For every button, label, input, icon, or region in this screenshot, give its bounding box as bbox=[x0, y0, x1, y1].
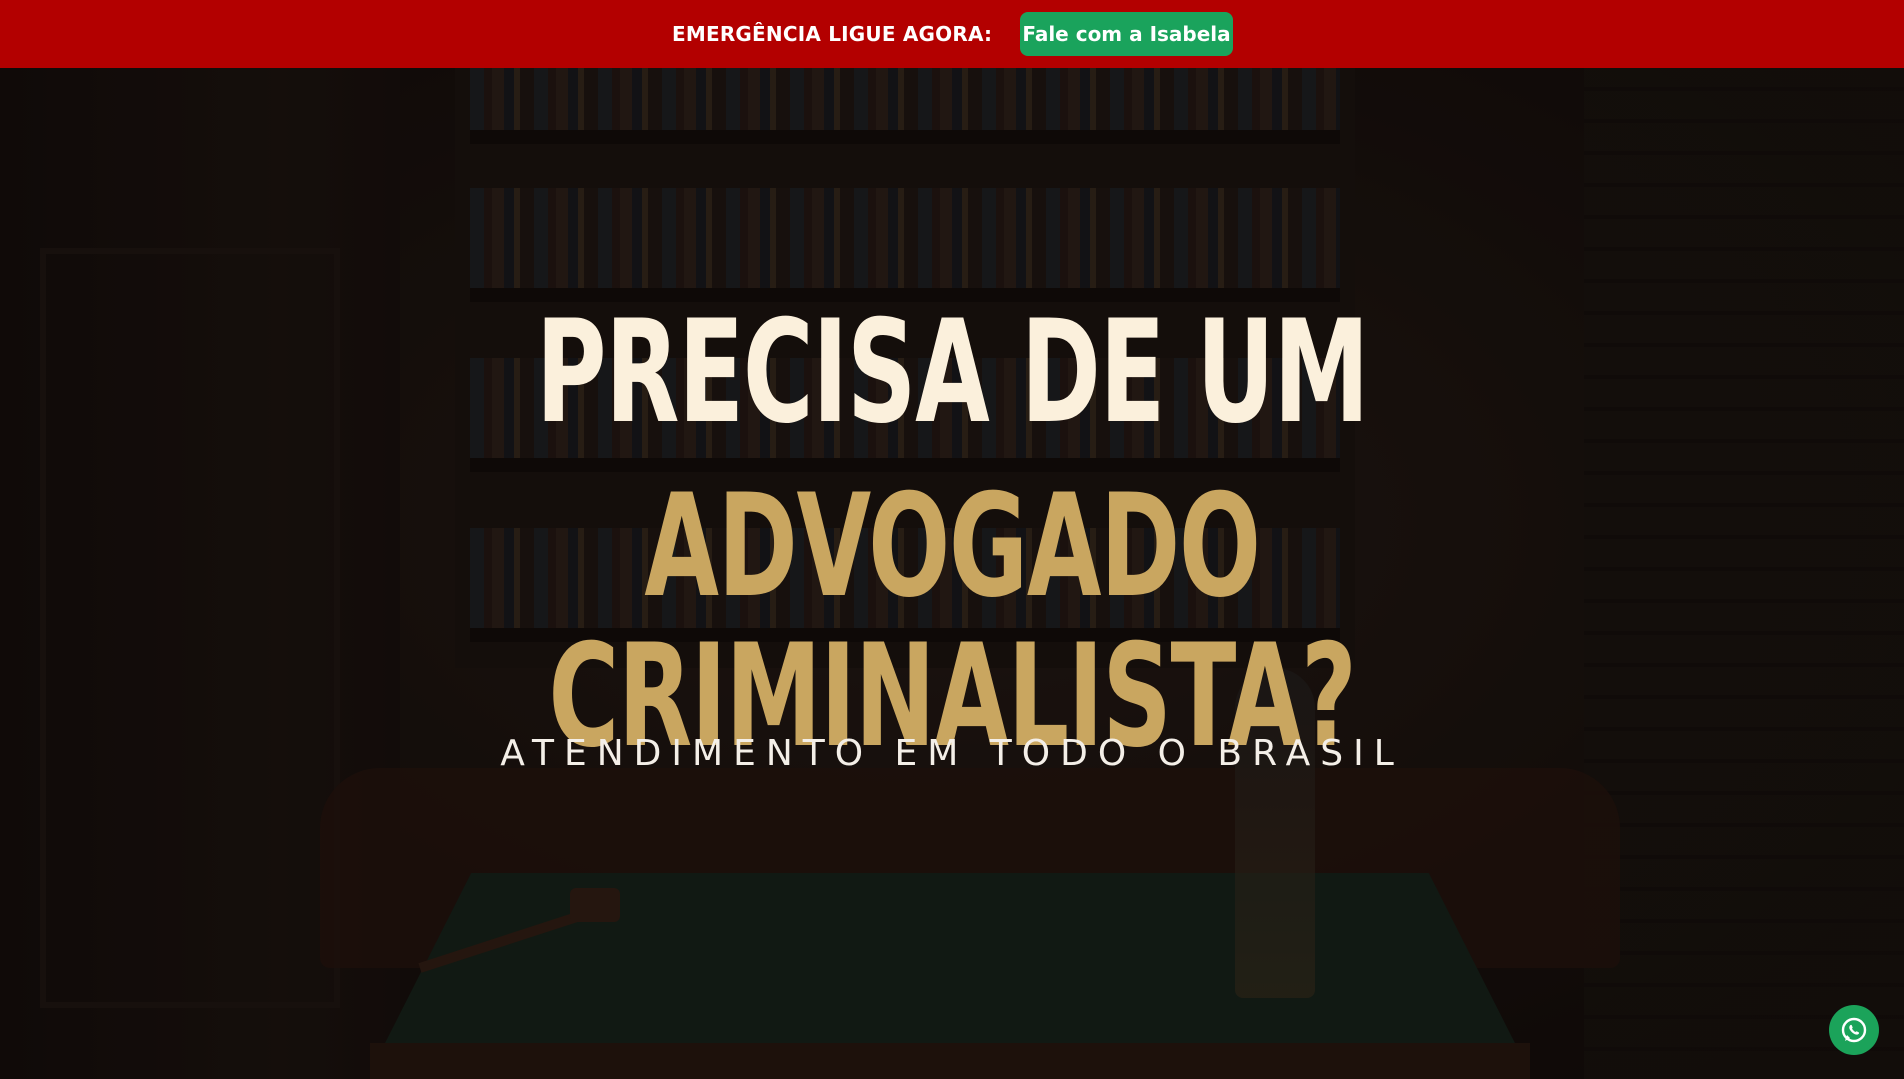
hero-section: Precisa de um Advogado Criminalista? ATE… bbox=[0, 68, 1904, 1079]
talk-to-isabela-button[interactable]: Fale com a Isabela bbox=[1020, 12, 1233, 56]
emergency-label: EMERGÊNCIA LIGUE AGORA: bbox=[672, 22, 993, 46]
headline-line-1: Precisa de um bbox=[535, 290, 1370, 455]
whatsapp-icon bbox=[1841, 1017, 1867, 1043]
hero-subtitle: ATENDIMENTO EM TODO O BRASIL bbox=[500, 733, 1404, 774]
headline-line-2: Advogado Criminalista? bbox=[548, 464, 1356, 779]
whatsapp-floating-button[interactable] bbox=[1829, 1005, 1879, 1055]
emergency-top-bar: EMERGÊNCIA LIGUE AGORA: Fale com a Isabe… bbox=[0, 0, 1904, 68]
